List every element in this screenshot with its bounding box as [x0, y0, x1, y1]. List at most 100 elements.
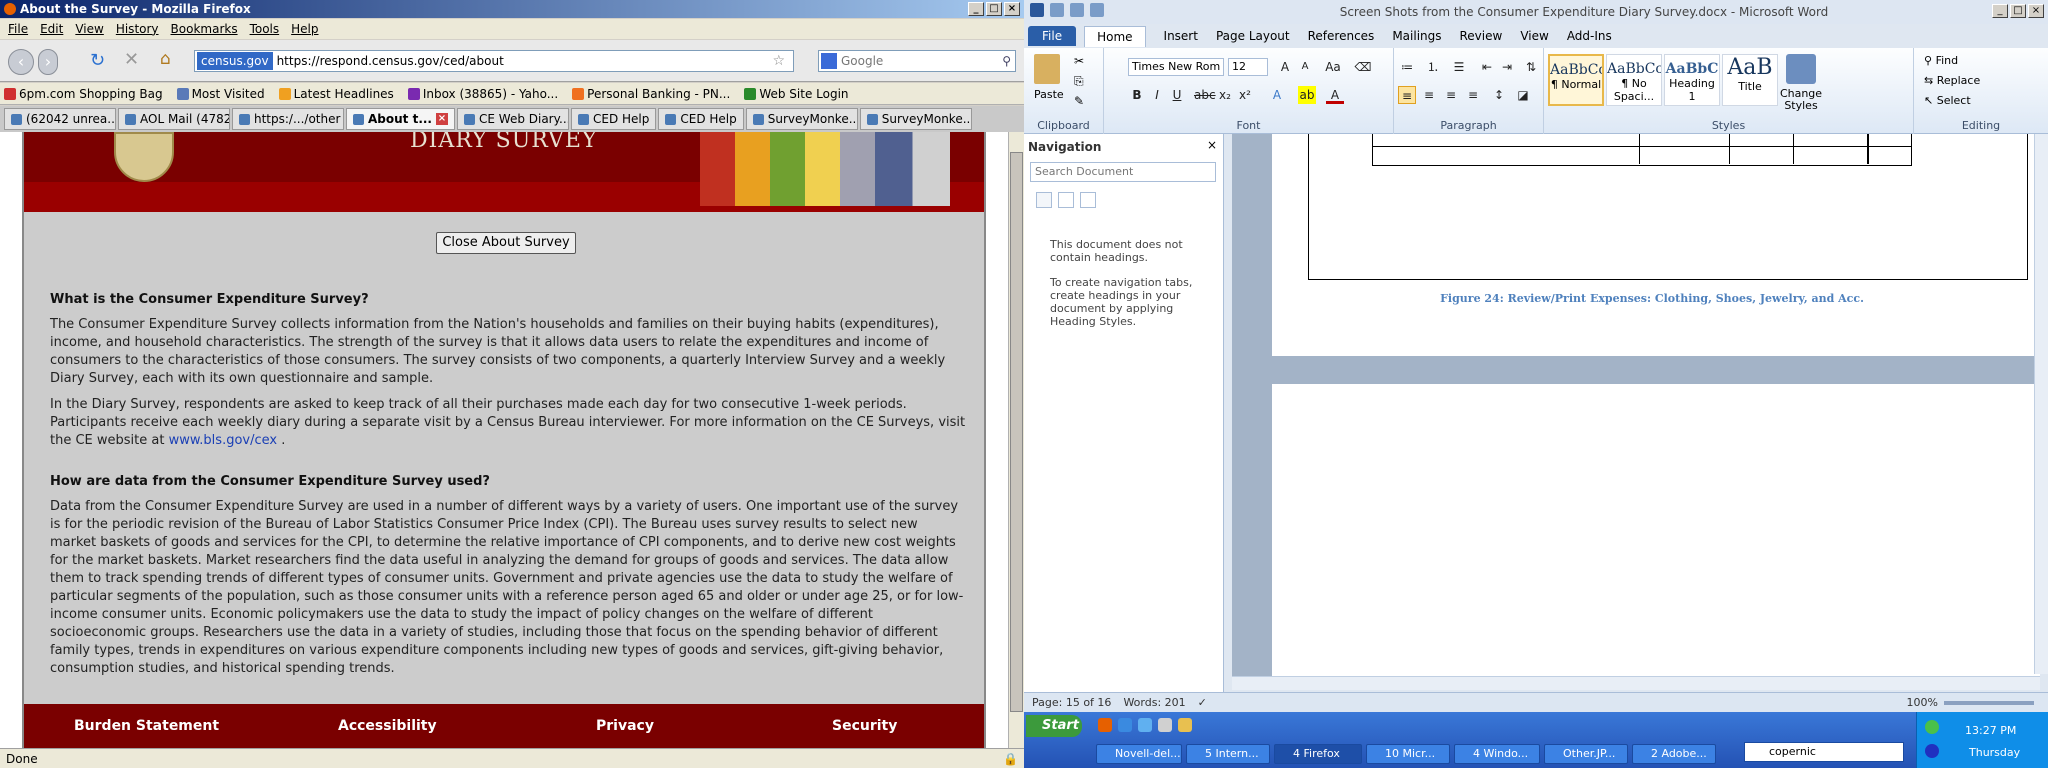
line-spacing-icon[interactable]: ↕	[1490, 86, 1508, 104]
taskbar-button[interactable]: 2 Adobe...	[1632, 744, 1716, 764]
minimize-button[interactable]: _	[968, 2, 984, 16]
word-vertical-scrollbar[interactable]	[2034, 134, 2048, 674]
status-word-count[interactable]: Words: 201	[1123, 696, 1185, 709]
browse-pages-icon[interactable]	[1058, 192, 1074, 208]
multilevel-list-icon[interactable]: ☰	[1450, 58, 1468, 76]
clock-time[interactable]: 13:27 PM	[1965, 724, 2016, 737]
search-icon[interactable]: ⚲	[1002, 54, 1011, 68]
taskbar-button[interactable]: Other.JP...	[1544, 744, 1628, 764]
start-button[interactable]: Start	[1026, 715, 1082, 737]
shrink-font-icon[interactable]: A	[1296, 58, 1314, 76]
bookmark-item[interactable]: Web Site Login	[744, 87, 849, 101]
footer-privacy-link[interactable]: Privacy	[596, 718, 654, 734]
browser-tab[interactable]: https:/.../other	[232, 108, 344, 130]
font-size-select[interactable]: 12	[1228, 58, 1268, 76]
style-no-spacing[interactable]: AaBbCcI¶ No Spaci...	[1606, 54, 1662, 106]
strikethrough-icon[interactable]: abc	[1194, 86, 1216, 104]
change-styles-button[interactable]: Change Styles	[1776, 88, 1826, 112]
footer-burden-link[interactable]: Burden Statement	[74, 718, 219, 734]
undo-icon[interactable]	[1070, 3, 1084, 17]
align-center-icon[interactable]: ≡	[1420, 86, 1438, 104]
paste-icon[interactable]	[1034, 54, 1060, 84]
close-nav-pane-icon[interactable]: ×	[1207, 138, 1217, 152]
bookmark-item[interactable]: Most Visited	[176, 87, 265, 101]
back-arrow-icon[interactable]: ‹	[8, 49, 34, 75]
forward-arrow-icon[interactable]: ›	[38, 49, 58, 75]
increase-indent-icon[interactable]: ⇥	[1498, 58, 1516, 76]
text-effects-icon[interactable]: A	[1268, 86, 1286, 104]
taskbar-button[interactable]: 4 Firefox	[1274, 744, 1362, 764]
shading-icon[interactable]: ◪	[1514, 86, 1532, 104]
taskbar-button[interactable]: Novell-del...	[1096, 744, 1182, 764]
bookmark-item[interactable]: Personal Banking - PN...	[572, 87, 730, 101]
word-horizontal-scrollbar[interactable]	[1232, 676, 2040, 690]
format-painter-icon[interactable]: ✎	[1074, 94, 1084, 108]
cut-icon[interactable]: ✂	[1074, 54, 1084, 68]
browser-tab[interactable]: CE Web Diary...	[457, 108, 569, 130]
network-icon[interactable]	[1925, 720, 1939, 734]
copy-icon[interactable]: ⎘	[1074, 74, 1084, 89]
menu-help[interactable]: Help	[291, 22, 318, 36]
style-heading-1[interactable]: AaBbC Heading 1	[1664, 54, 1720, 106]
font-color-icon[interactable]: A	[1326, 86, 1344, 104]
align-right-icon[interactable]: ≡	[1442, 86, 1460, 104]
browse-headings-icon[interactable]	[1036, 192, 1052, 208]
tab-add-ins[interactable]: Add-Ins	[1567, 29, 1612, 43]
footer-security-link[interactable]: Security	[832, 718, 897, 734]
change-case-icon[interactable]: Aa	[1324, 58, 1342, 76]
paste-button[interactable]: Paste	[1034, 88, 1064, 101]
quicklaunch-calc-icon[interactable]	[1158, 718, 1172, 732]
sort-icon[interactable]: ⇅	[1522, 58, 1540, 76]
replace-button[interactable]: ⇆ Replace	[1924, 74, 1980, 87]
close-window-button[interactable]: ×	[1004, 2, 1020, 16]
home-icon[interactable]: ⌂	[160, 49, 171, 69]
stop-icon[interactable]: ✕	[124, 49, 139, 70]
close-tab-icon[interactable]: ×	[436, 113, 448, 125]
select-button[interactable]: ↖ Select	[1924, 94, 1971, 107]
taskbar-button[interactable]: 4 Windo...	[1454, 744, 1540, 764]
menu-tools[interactable]: Tools	[250, 22, 280, 36]
bookmark-item[interactable]: Inbox (38865) - Yaho...	[407, 87, 558, 101]
superscript-icon[interactable]: x²	[1236, 86, 1254, 104]
clear-format-icon[interactable]: ⌫	[1354, 58, 1372, 76]
browser-tab[interactable]: AOL Mail (4782)	[118, 108, 230, 130]
taskbar-button[interactable]: 5 Intern...	[1186, 744, 1270, 764]
quicklaunch-folder-icon[interactable]	[1178, 718, 1192, 732]
word-restore-button[interactable]: □	[2010, 4, 2026, 18]
tab-home[interactable]: Home	[1084, 25, 1146, 47]
quicklaunch-firefox-icon[interactable]	[1098, 718, 1112, 732]
underline-icon[interactable]: U	[1168, 86, 1186, 104]
menu-edit[interactable]: Edit	[40, 22, 63, 36]
quicklaunch-ie-icon[interactable]	[1118, 718, 1132, 732]
bullets-icon[interactable]: ≔	[1398, 58, 1416, 76]
find-button[interactable]: ⚲ Find	[1924, 54, 1958, 67]
save-icon[interactable]	[1050, 3, 1064, 17]
maximize-button[interactable]: □	[986, 2, 1002, 16]
grow-font-icon[interactable]: A	[1276, 58, 1294, 76]
nav-search-input[interactable]: Search Document	[1030, 162, 1216, 182]
align-left-icon[interactable]: ≡	[1398, 86, 1416, 104]
justify-icon[interactable]: ≡	[1464, 86, 1482, 104]
search-bar[interactable]: Google ⚲	[818, 50, 1016, 72]
tab-view[interactable]: View	[1520, 29, 1548, 43]
style-normal[interactable]: AaBbCcI¶ Normal	[1548, 54, 1604, 106]
reload-icon[interactable]: ↻	[90, 50, 105, 71]
redo-icon[interactable]	[1090, 3, 1104, 17]
word-close-button[interactable]: ×	[2028, 4, 2044, 18]
browser-tab[interactable]: SurveyMonke...	[745, 108, 858, 130]
bookmark-item[interactable]: Latest Headlines	[278, 87, 394, 101]
menu-file[interactable]: File	[8, 22, 28, 36]
browser-tab[interactable]: About t... ×	[346, 108, 455, 130]
status-page-count[interactable]: Page: 15 of 16	[1032, 696, 1111, 709]
highlight-icon[interactable]: ab	[1298, 86, 1316, 104]
word-minimize-button[interactable]: _	[1992, 4, 2008, 18]
security-icon[interactable]	[1925, 744, 1939, 758]
numbering-icon[interactable]: ⒈	[1424, 58, 1442, 76]
taskbar-button[interactable]: 10 Micr...	[1366, 744, 1450, 764]
subscript-icon[interactable]: x₂	[1216, 86, 1234, 104]
browser-tab[interactable]: (62042 unrea...	[4, 108, 116, 130]
bold-icon[interactable]: B	[1128, 86, 1146, 104]
change-styles-icon[interactable]	[1786, 54, 1816, 84]
menu-bookmarks[interactable]: Bookmarks	[171, 22, 238, 36]
italic-icon[interactable]: I	[1148, 86, 1166, 104]
